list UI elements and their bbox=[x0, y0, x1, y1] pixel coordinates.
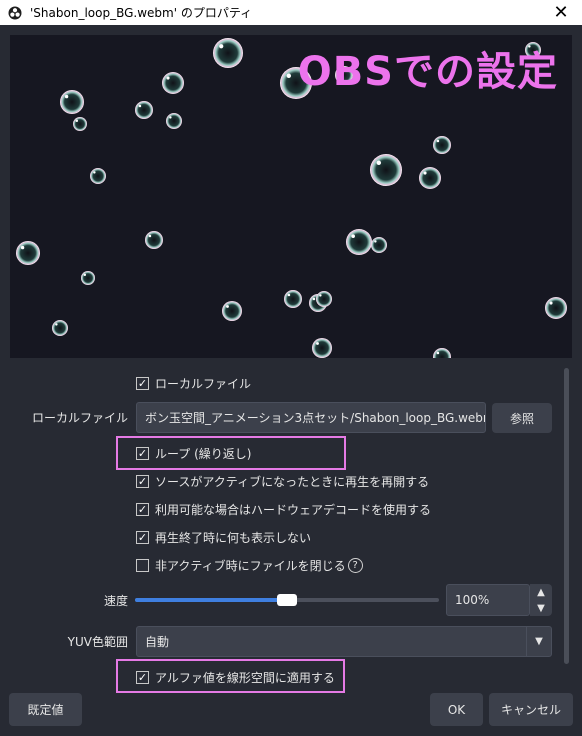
bubble-highlight bbox=[226, 305, 229, 308]
bubble bbox=[73, 117, 87, 131]
checkbox-show-nothing-box[interactable]: ✓ bbox=[136, 531, 149, 544]
speed-label: 速度 bbox=[103, 594, 128, 608]
restart-checkbox-label: ソースがアクティブになったときに再生を再開する bbox=[155, 475, 430, 489]
bubble-highlight bbox=[148, 234, 152, 238]
local-file-path-field[interactable]: ボン玉空間_アニメーション3点セット/Shabon_loop_BG.webm bbox=[136, 402, 486, 433]
bubble-highlight bbox=[75, 119, 79, 123]
title-bar: 'Shabon_loop_BG.webm' のプロパティ ✕ bbox=[0, 0, 582, 25]
local-file-label: ローカルファイル bbox=[31, 411, 128, 425]
bubble bbox=[16, 241, 40, 265]
bubble-highlight bbox=[312, 297, 316, 301]
bubble-highlight bbox=[376, 160, 382, 166]
defaults-button[interactable]: 既定値 bbox=[9, 693, 82, 726]
bubble bbox=[166, 113, 182, 129]
local-file-checkbox[interactable]: ✓ ローカルファイル bbox=[136, 375, 251, 392]
bubble bbox=[52, 320, 68, 336]
checkbox-hw-decode-box[interactable]: ✓ bbox=[136, 503, 149, 516]
browse-button[interactable]: 参照 bbox=[492, 403, 552, 433]
bubble-highlight bbox=[319, 294, 322, 297]
bubble bbox=[433, 348, 451, 358]
obs-logo-icon bbox=[8, 6, 22, 19]
restart-on-active-checkbox[interactable]: ✓ ソースがアクティブになったときに再生を再開する bbox=[136, 473, 429, 490]
bubble bbox=[81, 271, 95, 285]
dropdown-arrow-icon: ▼ bbox=[526, 627, 551, 656]
bubble-highlight bbox=[166, 76, 170, 80]
speed-decrease-button[interactable]: ▼ bbox=[530, 600, 552, 616]
speed-slider-handle[interactable] bbox=[277, 594, 297, 606]
close-icon: ✕ bbox=[553, 2, 569, 23]
bubble-highlight bbox=[83, 273, 87, 277]
speed-value-text: 100% bbox=[455, 593, 490, 607]
bubble bbox=[145, 231, 163, 249]
close-button[interactable]: ✕ bbox=[546, 0, 576, 25]
bubble-highlight bbox=[169, 116, 172, 119]
window-title: 'Shabon_loop_BG.webm' のプロパティ bbox=[30, 6, 253, 20]
ok-button[interactable]: OK bbox=[430, 693, 483, 726]
bubble-highlight bbox=[20, 245, 25, 250]
close-inactive-checkbox-label: 非アクティブ時にファイルを閉じる bbox=[155, 559, 346, 573]
bubble-highlight bbox=[219, 44, 224, 49]
bubble bbox=[213, 38, 243, 68]
bubble-highlight bbox=[549, 301, 553, 305]
bubble bbox=[346, 229, 372, 255]
speed-value-field[interactable]: 100% bbox=[446, 584, 530, 616]
cancel-button-label: キャンセル bbox=[500, 703, 561, 717]
bubble bbox=[370, 154, 402, 186]
bubble-highlight bbox=[64, 94, 69, 99]
speed-slider-fill bbox=[135, 598, 287, 602]
browse-button-label: 参照 bbox=[509, 411, 534, 426]
chevron-up-icon: ▲ bbox=[537, 586, 545, 598]
bubble-highlight bbox=[287, 293, 291, 297]
local-file-checkbox-label: ローカルファイル bbox=[155, 377, 252, 391]
checkbox-restart-box[interactable]: ✓ bbox=[136, 475, 149, 488]
yuv-range-value: 自動 bbox=[145, 635, 170, 649]
checkbox-close-inactive-box[interactable] bbox=[136, 559, 149, 572]
properties-scrollbar-thumb[interactable] bbox=[564, 368, 569, 664]
overlay-caption: OBSでの設定 bbox=[297, 49, 558, 95]
bubble bbox=[284, 290, 302, 308]
bubble-highlight bbox=[436, 139, 440, 143]
bubble-highlight bbox=[351, 234, 355, 238]
bubble-highlight bbox=[55, 323, 58, 326]
cancel-button[interactable]: キャンセル bbox=[489, 693, 573, 726]
bubble bbox=[90, 168, 106, 184]
hw-decode-checkbox-label: 利用可能な場合はハードウェアデコードを使用する bbox=[155, 503, 432, 517]
alpha-highlight-box bbox=[116, 659, 345, 693]
bubble bbox=[162, 72, 184, 94]
bubble-highlight bbox=[286, 73, 292, 79]
yuv-range-select[interactable]: 自動 ▼ bbox=[136, 626, 552, 657]
chevron-down-icon: ▼ bbox=[537, 602, 545, 614]
bubble bbox=[419, 167, 441, 189]
bubble bbox=[60, 90, 84, 114]
bubble-highlight bbox=[436, 351, 440, 355]
bubble-highlight bbox=[138, 104, 142, 108]
close-inactive-checkbox[interactable]: 非アクティブ時にファイルを閉じる ? bbox=[136, 557, 363, 574]
bubble-highlight bbox=[93, 171, 96, 174]
video-preview: OBSでの設定 bbox=[10, 35, 572, 358]
bubble bbox=[312, 338, 332, 358]
bubble-highlight bbox=[374, 240, 377, 243]
bubble-highlight bbox=[316, 342, 319, 345]
hardware-decode-checkbox[interactable]: ✓ 利用可能な場合はハードウェアデコードを使用する bbox=[136, 501, 431, 518]
bubble bbox=[371, 237, 387, 253]
bubble bbox=[316, 291, 332, 307]
bubble bbox=[135, 101, 153, 119]
bubble bbox=[433, 136, 451, 154]
help-icon[interactable]: ? bbox=[347, 558, 363, 573]
show-nothing-checkbox[interactable]: ✓ 再生終了時に何も表示しない bbox=[136, 529, 311, 546]
defaults-button-label: 既定値 bbox=[27, 703, 64, 717]
yuv-range-label: YUV色範囲 bbox=[67, 635, 128, 649]
ok-button-label: OK bbox=[447, 702, 466, 717]
speed-increase-button[interactable]: ▲ bbox=[530, 584, 552, 600]
bubble bbox=[545, 297, 567, 319]
checkbox-local-file-box[interactable]: ✓ bbox=[136, 377, 149, 390]
bubble-highlight bbox=[423, 171, 427, 175]
loop-highlight-box bbox=[116, 436, 346, 470]
local-file-path-text: ボン玉空間_アニメーション3点セット/Shabon_loop_BG.webm bbox=[145, 411, 486, 425]
bubble bbox=[222, 301, 242, 321]
show-nothing-checkbox-label: 再生終了時に何も表示しない bbox=[155, 531, 312, 545]
